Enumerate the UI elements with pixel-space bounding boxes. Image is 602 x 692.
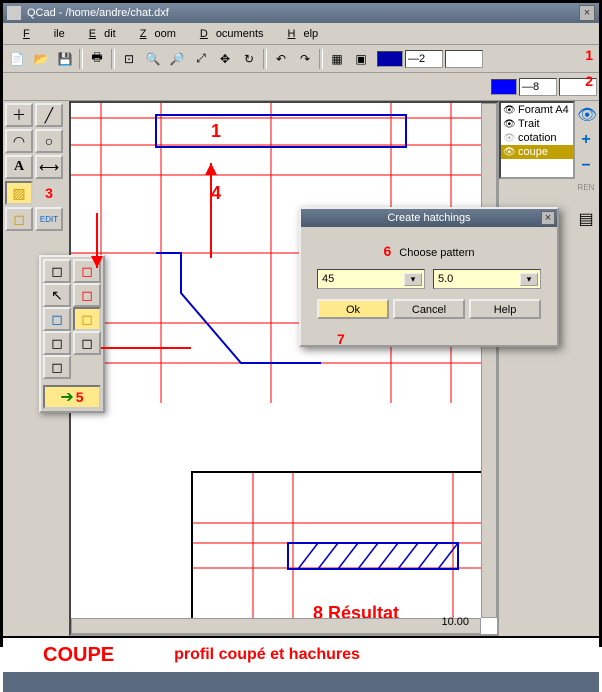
zoom-in-button[interactable]: 🔍 <box>142 48 164 70</box>
popup-confirm-button[interactable]: ➔5 <box>43 385 101 409</box>
layer-row: 👁cotation <box>501 131 573 145</box>
zoom-auto-button[interactable]: ⤢ <box>190 48 212 70</box>
width-spinner-2[interactable]: — 8 <box>519 78 557 96</box>
result-panel: 8 Résultat <box>191 471 499 636</box>
annotation-3: 3 <box>35 181 63 205</box>
annotation-drawing-1: 1 <box>211 121 221 142</box>
layer-add-button[interactable]: + <box>577 131 595 149</box>
right-panel: 👁Foramt A4 👁Trait 👁cotation 👁coupe 👁 + −… <box>499 101 599 636</box>
redo-button[interactable]: ↷ <box>294 48 316 70</box>
color-swatch-2[interactable] <box>491 79 517 95</box>
tool-arc[interactable]: ◠ <box>5 129 33 153</box>
popup-btn-3[interactable]: ↖ <box>43 283 71 307</box>
caption-subtitle: profil coupé et hachures <box>174 646 360 664</box>
app-icon <box>7 6 21 20</box>
scale-combo[interactable]: 5.0 <box>433 269 541 289</box>
scrollbar-horizontal[interactable] <box>71 618 481 634</box>
annotation-6: 6 <box>383 243 391 259</box>
layer-props-button[interactable]: ▤ <box>577 209 595 227</box>
tool-hatch[interactable]: ▨ <box>5 181 33 205</box>
color-swatch-1[interactable] <box>377 51 403 67</box>
layer-rename-button[interactable]: REN <box>577 183 595 201</box>
window-titlebar: QCad - /home/andre/chat.dxf × <box>3 3 599 23</box>
grid-button[interactable]: ▦ <box>326 48 348 70</box>
drawing-canvas[interactable]: 1 4 <box>69 101 499 636</box>
dialog-title: Create hatchings <box>387 212 470 224</box>
annotation-4: 4 <box>211 183 221 204</box>
layer-remove-button[interactable]: − <box>577 157 595 175</box>
width-spinner-1[interactable]: — 2 <box>405 50 443 68</box>
scrollbar-vertical[interactable] <box>481 103 497 618</box>
tool-point[interactable]: ＋ <box>5 103 33 127</box>
close-icon[interactable]: × <box>579 5 595 21</box>
layer-show-all-button[interactable]: 👁 <box>577 105 595 123</box>
zoom-redraw-button[interactable]: ↻ <box>238 48 260 70</box>
linestyle-2: — 8 <box>491 78 597 96</box>
save-button[interactable]: 💾 <box>54 48 76 70</box>
menu-documents[interactable]: Documents <box>184 26 272 42</box>
layer-list[interactable]: 👁Foramt A4 👁Trait 👁cotation 👁coupe <box>499 101 575 179</box>
popup-btn-9[interactable]: ◻ <box>43 355 71 379</box>
annotation-5: 5 <box>76 389 84 405</box>
menu-help[interactable]: Help <box>272 26 327 42</box>
menu-edit[interactable]: Edit <box>73 26 124 42</box>
ok-button[interactable]: Ok <box>317 299 389 319</box>
annotation-7: 7 <box>337 331 345 347</box>
tool-edit[interactable]: EDIT <box>35 207 63 231</box>
popup-btn-6-selected[interactable]: ◻ <box>73 307 101 331</box>
open-button[interactable]: 📂 <box>30 48 52 70</box>
menu-file[interactable]: File <box>7 26 73 42</box>
print-button[interactable]: 🖶 <box>86 48 108 70</box>
toolbar-main: 📄 📂 💾 🖶 ⊡ 🔍 🔎 ⤢ ✥ ↻ ↶ ↷ ▦ ▣ — 2 1 <box>3 45 599 73</box>
eye-icon[interactable]: 👁 <box>503 119 515 129</box>
new-button[interactable]: 📄 <box>6 48 28 70</box>
create-hatchings-dialog: Create hatchings × 6 Choose pattern 45 5.… <box>299 207 559 347</box>
coordinate-readout: 10.00 <box>441 616 469 628</box>
zoom-window-button[interactable]: ⊡ <box>118 48 140 70</box>
statusbar <box>3 672 599 692</box>
popup-btn-8[interactable]: ◻ <box>73 331 101 355</box>
hatch-popup-toolbar: ◻◻ ↖◻ ◻◻ ◻◻ ◻ ➔5 <box>39 255 105 413</box>
tool-text[interactable]: A <box>5 155 33 179</box>
tool-line[interactable]: ╱ <box>35 103 63 127</box>
window-title: QCad - /home/andre/chat.dxf <box>27 7 169 19</box>
snap-button[interactable]: ▣ <box>350 48 372 70</box>
tool-circle[interactable]: ○ <box>35 129 63 153</box>
tool-dimension[interactable]: ⟷ <box>35 155 63 179</box>
pattern-combo[interactable]: 45 <box>317 269 425 289</box>
layer-row: 👁Trait <box>501 117 573 131</box>
eye-icon[interactable]: 👁 <box>503 105 515 115</box>
popup-btn-4[interactable]: ◻ <box>73 283 101 307</box>
popup-btn-5[interactable]: ◻ <box>43 307 71 331</box>
layer-row: 👁Foramt A4 <box>501 103 573 117</box>
cancel-button[interactable]: Cancel <box>393 299 465 319</box>
toolbar-line: — 8 2 <box>3 73 599 101</box>
linestyle-1: — 2 <box>377 50 483 68</box>
menu-zoom[interactable]: Zoom <box>124 26 184 42</box>
dialog-titlebar[interactable]: Create hatchings × <box>301 209 557 227</box>
dialog-close-icon[interactable]: × <box>541 211 555 225</box>
menubar: File Edit Zoom Documents Help <box>3 23 599 45</box>
layer-buttons: 👁 + − REN ▤ <box>575 101 597 636</box>
popup-btn-2[interactable]: ◻ <box>73 259 101 283</box>
eye-icon[interactable]: 👁 <box>503 147 515 157</box>
annotation-2: 2 <box>585 73 593 89</box>
help-button[interactable]: Help <box>469 299 541 319</box>
zoom-out-button[interactable]: 🔎 <box>166 48 188 70</box>
dash-select-1[interactable] <box>445 50 483 68</box>
bottom-caption: COUPE profil coupé et hachures <box>3 636 599 672</box>
zoom-pan-button[interactable]: ✥ <box>214 48 236 70</box>
eye-off-icon[interactable]: 👁 <box>503 133 515 143</box>
tool-tag[interactable]: ◻ <box>5 207 33 231</box>
layer-row-selected: 👁coupe <box>501 145 573 159</box>
dialog-prompt: Choose pattern <box>399 247 474 259</box>
undo-button[interactable]: ↶ <box>270 48 292 70</box>
popup-btn-1[interactable]: ◻ <box>43 259 71 283</box>
popup-btn-7[interactable]: ◻ <box>43 331 71 355</box>
annotation-1: 1 <box>585 47 593 63</box>
